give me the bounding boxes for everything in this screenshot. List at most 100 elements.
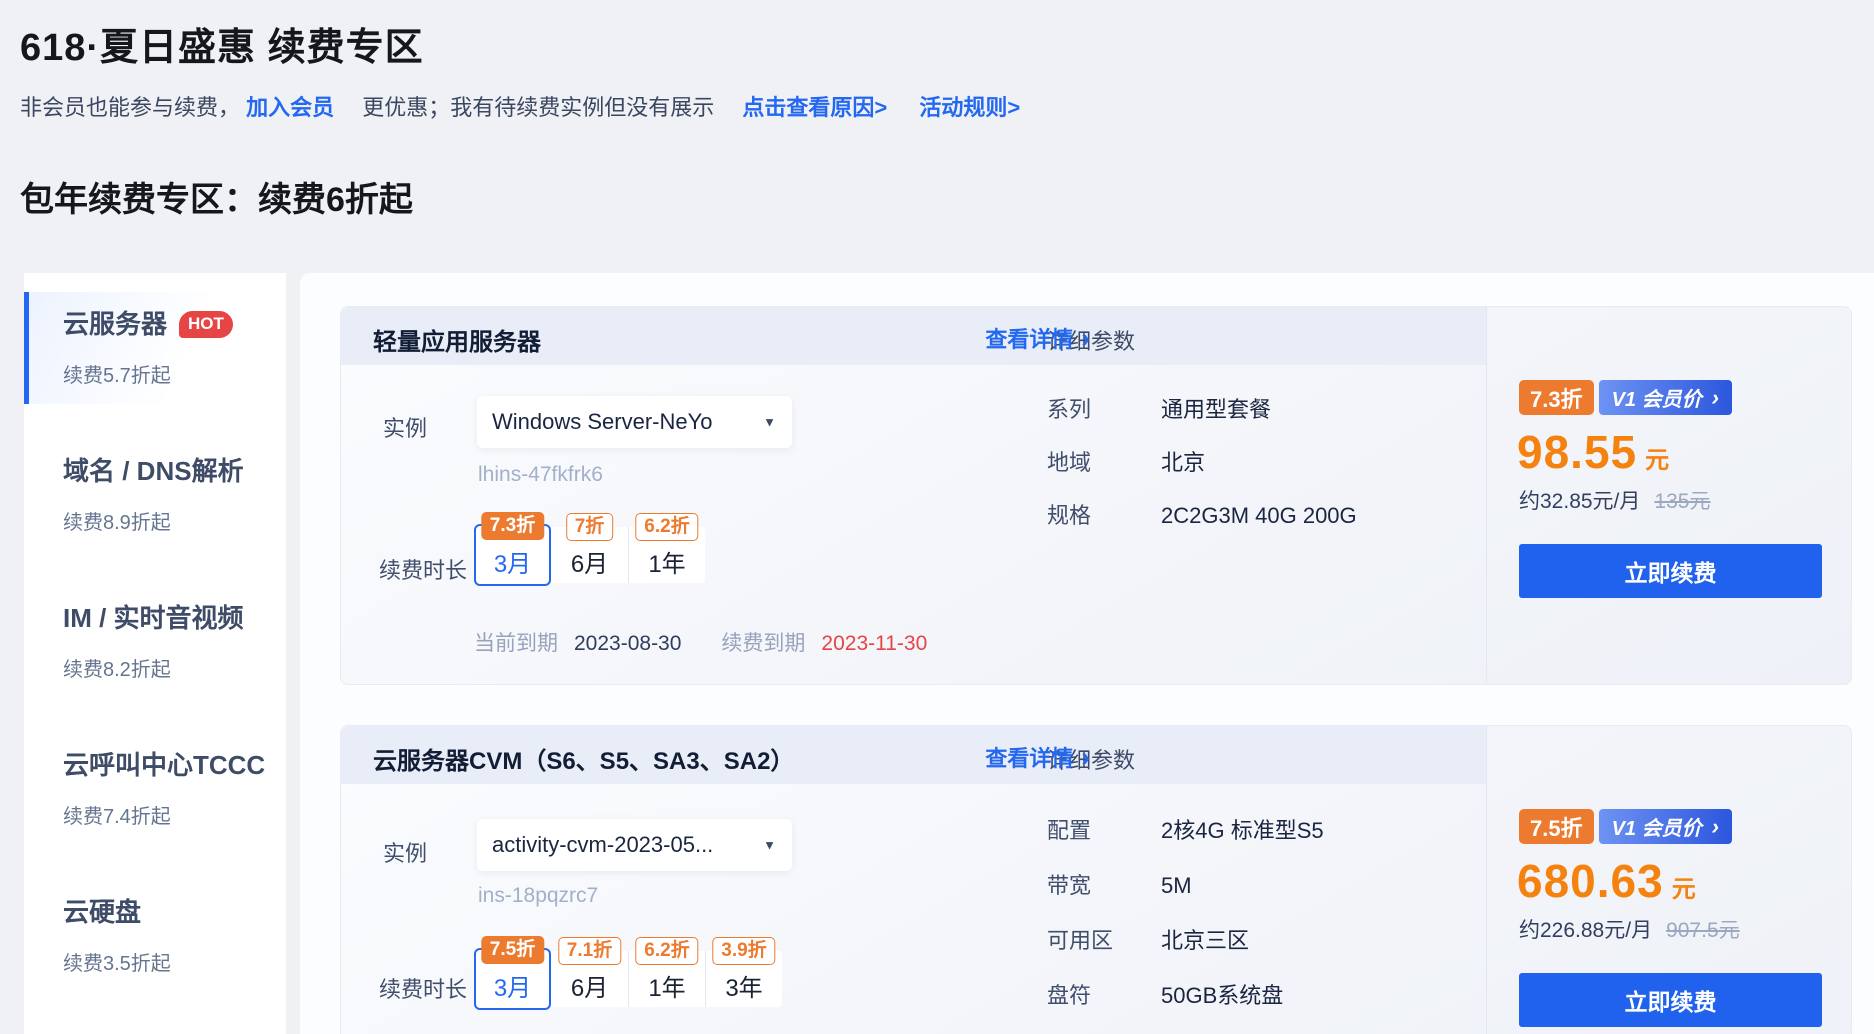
caret-down-icon: ▼: [763, 415, 776, 430]
renew-expire-label: 续费到期: [721, 627, 805, 657]
sidebar-item-cbs[interactable]: 云硬盘 续费3.5折起: [24, 880, 286, 992]
sidebar-item-title: 云服务器: [63, 309, 167, 339]
join-member-link[interactable]: 加入会员: [246, 95, 334, 120]
discount-badge: 7.1折: [558, 937, 621, 965]
instance-select[interactable]: activity-cvm-2023-05... ▼: [477, 819, 792, 871]
current-expire-label: 当前到期: [474, 627, 558, 657]
caret-down-icon: ▼: [763, 838, 776, 853]
duration-option-6m[interactable]: 7.1折 6月: [551, 951, 628, 1007]
duration-option-3m[interactable]: 7.5折 3月: [474, 948, 551, 1010]
price-panel: 7.5折 V1 会员价 › 680.63 元 约226.88元/月 907.5元…: [1487, 726, 1853, 1034]
spec-label: 配置: [1047, 818, 1161, 844]
section-title: 包年续费专区：续费6折起: [20, 172, 413, 221]
duration-option-3y[interactable]: 3.9折 3年: [705, 951, 782, 1007]
chevron-right-icon: ›: [1712, 814, 1719, 840]
duration-label: 续费时长: [379, 972, 467, 1004]
chevron-right-icon: ›: [1081, 327, 1090, 349]
renew-now-button[interactable]: 立即续费: [1519, 544, 1822, 598]
vip-price-badge[interactable]: V1 会员价 ›: [1599, 380, 1732, 415]
sidebar-item-subtitle: 续费3.5折起: [63, 947, 286, 976]
spec-value: 5M: [1161, 873, 1192, 899]
sidebar-item-tccc[interactable]: 云呼叫中心TCCC 续费7.4折起: [24, 733, 286, 845]
instance-select[interactable]: Windows Server-NeYo ▼: [477, 396, 792, 448]
view-details-label: 查看详情: [985, 741, 1073, 773]
price-amount-row: 680.63 元: [1517, 854, 1696, 908]
view-reason-link[interactable]: 点击查看原因>: [742, 95, 887, 120]
spec-label: 盘符: [1047, 983, 1161, 1009]
vip-price-label: V1 会员价: [1612, 383, 1702, 412]
sidebar-item-title: 云呼叫中心TCCC: [63, 750, 265, 780]
product-card-lighthouse: 轻量应用服务器 详细参数 查看详情 › 实例 Windows Server-Ne…: [340, 306, 1852, 685]
vip-price-label: V1 会员价: [1612, 812, 1702, 841]
subtitle-text-2: 更优惠；我有待续费实例但没有展示: [362, 95, 714, 120]
sidebar-item-subtitle: 续费7.4折起: [63, 800, 286, 829]
duration-option-6m[interactable]: 7折 6月: [551, 527, 628, 583]
instance-label: 实例: [383, 836, 427, 868]
price-monthly: 约32.85元/月: [1519, 485, 1640, 515]
spec-row: 可用区 北京三区: [1047, 928, 1324, 954]
duration-option-label: 1年: [648, 544, 685, 579]
spec-label: 可用区: [1047, 928, 1161, 954]
discount-badge: 6.2折: [635, 937, 698, 965]
renew-expire-date: 2023-11-30: [821, 632, 927, 656]
spec-row: 盘符 50GB系统盘: [1047, 983, 1324, 1009]
card-header: 轻量应用服务器 详细参数 查看详情 ›: [341, 307, 1486, 365]
view-details-label: 查看详情: [985, 322, 1073, 354]
price-monthly: 约226.88元/月: [1519, 914, 1652, 944]
sidebar-item-title: 域名 / DNS解析: [63, 456, 244, 486]
card-title: 云服务器CVM（S6、S5、SA3、SA2）: [373, 741, 794, 776]
price-badges: 7.3折 V1 会员价 ›: [1519, 380, 1732, 415]
instance-id: ins-18pqzrc7: [478, 884, 598, 908]
activity-rules-link[interactable]: 活动规则>: [919, 95, 1020, 120]
category-sidebar: 云服务器 HOT 续费5.7折起 域名 / DNS解析 续费8.9折起 IM /…: [24, 273, 286, 1034]
spec-label: 带宽: [1047, 873, 1161, 899]
chevron-right-icon: ›: [1712, 385, 1719, 411]
renew-now-button[interactable]: 立即续费: [1519, 973, 1822, 1027]
spec-row: 地域 北京: [1047, 450, 1357, 476]
subtitle-text-1: 非会员也能参与续费，: [20, 95, 240, 120]
spec-value: 北京: [1161, 450, 1205, 476]
spec-value: 北京三区: [1161, 928, 1249, 954]
chevron-right-icon: ›: [1081, 746, 1090, 768]
renewal-promo-page: 618·夏日盛惠 续费专区 非会员也能参与续费， 加入会员 更优惠；我有待续费实…: [0, 0, 1874, 1034]
duration-option-label: 3年: [725, 968, 762, 1003]
spec-list: 系列 通用型套餐 地域 北京 规格 2C2G3M 40G 200G: [1047, 397, 1357, 529]
price-discount-badge: 7.5折: [1519, 809, 1594, 844]
sidebar-item-domain-dns[interactable]: 域名 / DNS解析 续费8.9折起: [24, 439, 286, 551]
page-subtitle: 非会员也能参与续费， 加入会员 更优惠；我有待续费实例但没有展示 点击查看原因>…: [20, 90, 1020, 122]
discount-badge: 7.3折: [481, 512, 544, 540]
spec-label: 规格: [1047, 503, 1161, 529]
price-panel: 7.3折 V1 会员价 › 98.55 元 约32.85元/月 135元 立即续…: [1487, 307, 1853, 684]
hot-badge: HOT: [179, 311, 233, 338]
sidebar-item-title: IM / 实时音视频: [63, 603, 244, 633]
price-discount-badge: 7.3折: [1519, 380, 1594, 415]
sidebar-item-cloud-server[interactable]: 云服务器 HOT 续费5.7折起: [24, 292, 286, 404]
instance-select-value: activity-cvm-2023-05...: [492, 832, 713, 858]
price-amount-row: 98.55 元: [1517, 425, 1669, 479]
price-monthly-row: 约226.88元/月 907.5元: [1519, 914, 1740, 944]
duration-option-3m[interactable]: 7.3折 3月: [474, 524, 551, 586]
vip-price-badge[interactable]: V1 会员价 ›: [1599, 809, 1732, 844]
instance-label: 实例: [383, 411, 427, 443]
spec-row: 系列 通用型套餐: [1047, 397, 1357, 423]
duration-option-1y[interactable]: 6.2折 1年: [628, 951, 705, 1007]
discount-badge: 6.2折: [635, 513, 698, 541]
discount-badge: 3.9折: [712, 937, 775, 965]
spec-value: 2核4G 标准型S5: [1161, 818, 1324, 844]
spec-label: 地域: [1047, 450, 1161, 476]
view-details-link[interactable]: 查看详情 ›: [985, 741, 1090, 773]
duration-option-1y[interactable]: 6.2折 1年: [628, 527, 705, 583]
spec-label: 系列: [1047, 397, 1161, 423]
product-card-cvm: 云服务器CVM（S6、S5、SA3、SA2） 详细参数 查看详情 › 实例 ac…: [340, 725, 1852, 1034]
view-details-link[interactable]: 查看详情 ›: [985, 322, 1090, 354]
price-unit: 元: [1645, 440, 1669, 475]
current-expire-date: 2023-08-30: [574, 632, 681, 656]
price-monthly-row: 约32.85元/月 135元: [1519, 485, 1710, 515]
spec-row: 规格 2C2G3M 40G 200G: [1047, 503, 1357, 529]
spec-list: 配置 2核4G 标准型S5 带宽 5M 可用区 北京三区 盘符 50GB系统盘: [1047, 818, 1324, 1009]
spec-row: 配置 2核4G 标准型S5: [1047, 818, 1324, 844]
discount-badge: 7折: [566, 513, 614, 541]
card-title: 轻量应用服务器: [373, 322, 541, 357]
price-amount: 680.63: [1517, 854, 1664, 908]
sidebar-item-im-trtc[interactable]: IM / 实时音视频 续费8.2折起: [24, 586, 286, 698]
